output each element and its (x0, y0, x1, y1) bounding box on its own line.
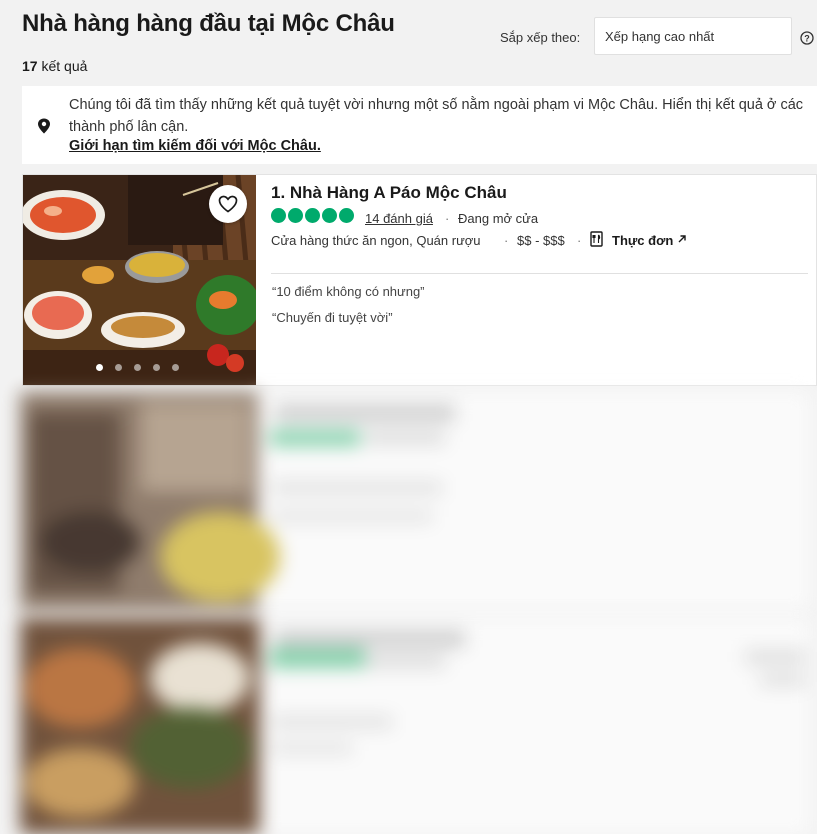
separator-dot: · (445, 211, 450, 226)
carousel-dot[interactable] (172, 364, 179, 371)
carousel-dot[interactable] (153, 364, 160, 371)
restaurant-card[interactable] (22, 174, 817, 386)
location-notice: Chúng tôi đã tìm thấy những kết quả tuyệ… (22, 86, 817, 164)
save-favorite-button[interactable] (209, 185, 247, 223)
cuisine-types: Cửa hàng thức ăn ngon, Quán rượu (271, 233, 481, 248)
rating-bubble (288, 208, 303, 223)
result-count-suffix: kết quả (37, 58, 88, 74)
result-count-number: 17 (22, 58, 38, 74)
result-count: 17 kết quả (22, 58, 87, 74)
sort-dropdown[interactable]: Xếp hạng cao nhất (594, 17, 792, 55)
blurred-result-card (20, 392, 810, 610)
price-range: $$ - $$$ (517, 233, 565, 248)
card-divider (271, 273, 808, 274)
blurred-card-graphic (20, 392, 810, 610)
carousel-dot[interactable] (134, 364, 141, 371)
sort-label: Sắp xếp theo: (500, 30, 581, 45)
map-pin-icon (38, 118, 50, 134)
restaurant-name[interactable]: 1. Nhà Hàng A Páo Mộc Châu (271, 183, 507, 203)
open-status: Đang mở cửa (458, 211, 539, 226)
limit-search-link[interactable]: Giới hạn tìm kiếm đối với Mộc Châu. (69, 138, 321, 154)
heart-icon (218, 195, 238, 213)
notice-message: Chúng tôi đã tìm thấy những kết quả tuyệ… (69, 97, 804, 135)
svg-text:?: ? (804, 34, 810, 44)
blurred-result-card (20, 618, 810, 834)
rating-bubble (322, 208, 337, 223)
separator-dot: · (577, 233, 582, 248)
separator-dot: · (504, 233, 509, 248)
page-title: Nhà hàng hàng đầu tại Mộc Châu (22, 10, 395, 37)
review-count-link[interactable]: 14 đánh giá (365, 211, 433, 226)
external-link-icon (678, 235, 686, 243)
review-quote[interactable]: “Chuyến đi tuyệt vời” (272, 310, 393, 325)
photo-carousel-dots[interactable] (96, 364, 179, 371)
menu-link[interactable]: Thực đơn (612, 233, 673, 248)
carousel-dot[interactable] (115, 364, 122, 371)
rating-bubble (271, 208, 286, 223)
review-quote[interactable]: “10 điểm không có nhưng” (272, 284, 425, 299)
menu-icon (590, 231, 603, 247)
help-icon[interactable]: ? (800, 31, 814, 45)
rating-bubble (305, 208, 320, 223)
rating-bubble (339, 208, 354, 223)
blurred-card-graphic (20, 618, 810, 834)
carousel-dot[interactable] (96, 364, 103, 371)
rating-bubbles (271, 208, 354, 223)
